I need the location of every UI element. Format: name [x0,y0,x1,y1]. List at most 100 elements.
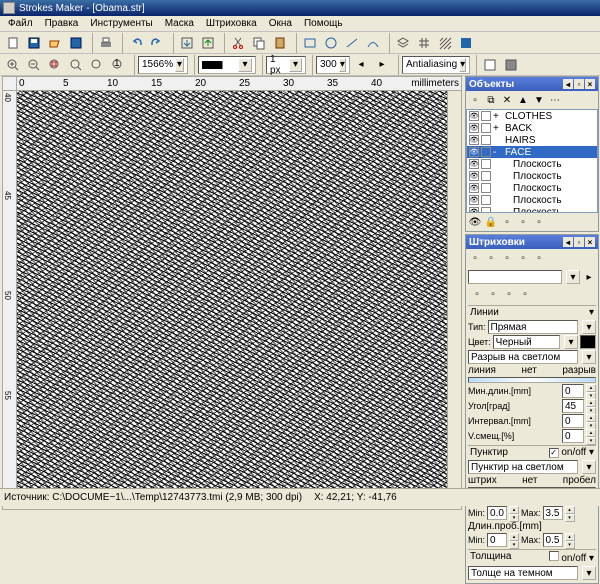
obj-b-icon[interactable]: ▫ [515,214,531,230]
obj-dup-icon[interactable]: ⧉ [483,92,499,108]
lock-icon[interactable] [481,195,491,205]
line-icon[interactable] [342,33,362,53]
obj-down-icon[interactable]: ▼ [531,92,547,108]
circle-icon[interactable] [321,33,341,53]
tree-item[interactable]: 👁HAIRS [467,134,597,146]
tree-item[interactable]: 👁-FACE [467,146,597,158]
chevron-down-icon[interactable]: ▾ [582,320,596,334]
menu-hatch[interactable]: Штриховка [200,18,263,29]
tree-item-child[interactable]: 👁Плоскость [467,194,597,206]
zoom-page-icon[interactable] [87,55,107,75]
canvas[interactable] [17,91,447,495]
redo-icon[interactable] [147,33,167,53]
s4-icon[interactable]: ▫ [517,286,533,302]
panel-close-icon[interactable]: ▫ [574,237,584,247]
lock-icon[interactable] [481,171,491,181]
panel-x-icon[interactable]: × [585,237,595,247]
lock-icon[interactable] [481,147,491,157]
spinner[interactable]: ▴▾ [586,429,596,443]
str-b-icon[interactable]: ▫ [483,250,499,266]
layers-icon[interactable] [393,33,413,53]
zoom-sel-icon[interactable] [45,55,65,75]
zoom-out-icon[interactable] [24,55,44,75]
lock-icon[interactable]: 🔒 [483,214,499,230]
spinner[interactable]: ▴▾ [509,533,519,547]
eye-icon[interactable]: 👁 [469,135,479,145]
interval-field[interactable]: 0 [562,414,584,428]
eye-icon[interactable]: 👁 [469,159,479,169]
tree-item-child[interactable]: 👁Плоскость [467,158,597,170]
prev-icon[interactable]: ◂ [351,55,371,75]
eye-icon[interactable]: 👁 [469,171,479,181]
go-icon[interactable]: ▸ [582,270,596,284]
eye-icon[interactable]: 👁 [467,214,483,230]
print-icon[interactable] [96,33,116,53]
spinner[interactable]: ▴▾ [586,384,596,398]
obj-up-icon[interactable]: ▲ [515,92,531,108]
minlen-field[interactable]: 0 [562,384,584,398]
mode2-icon[interactable] [501,55,521,75]
thick-mode-combo[interactable]: Толще на темном [468,566,578,580]
line-type-combo[interactable]: Прямая [488,320,578,334]
mode1-icon[interactable] [480,55,500,75]
lock-icon[interactable] [481,159,491,169]
chevron-down-icon[interactable]: ▾ [582,460,596,474]
eye-icon[interactable]: 👁 [469,195,479,205]
voff-field[interactable]: 0 [562,429,584,443]
chevron-down-icon[interactable]: ▾ [459,58,466,72]
gap-max-field[interactable]: 0.5 [543,533,563,547]
objects-tree[interactable]: 👁+CLOTHES👁+BACK👁HAIRS👁-FACE👁Плоскость👁Пл… [466,109,598,213]
chevron-down-icon[interactable]: ▾ [566,270,580,284]
eye-icon[interactable]: 👁 [469,111,479,121]
dash-max-field[interactable]: 3.5 [543,506,563,520]
fill-icon[interactable] [456,33,476,53]
new-icon[interactable] [3,33,23,53]
aa-combo[interactable]: Antialiasing▾ [402,56,470,74]
chevron-down-icon[interactable]: ▾ [582,350,596,364]
save2-icon[interactable] [66,33,86,53]
s3-icon[interactable]: ▫ [501,286,517,302]
tree-item[interactable]: 👁+BACK [467,122,597,134]
eye-icon[interactable]: 👁 [469,123,479,133]
dash-min-field[interactable]: 0.0 [487,506,507,520]
chevron-down-icon[interactable]: ▾ [564,335,578,349]
obj-c-icon[interactable]: ▫ [531,214,547,230]
tree-item-child[interactable]: 👁Плоскость [467,170,597,182]
s2-icon[interactable]: ▫ [485,286,501,302]
open-icon[interactable] [45,33,65,53]
str-a-icon[interactable]: ▫ [467,250,483,266]
line-color-combo[interactable]: Черный [493,335,560,349]
menu-tools[interactable]: Инструменты [84,18,158,29]
obj-new-icon[interactable]: ▫ [467,92,483,108]
obj-del-icon[interactable]: ✕ [499,92,515,108]
hatch-icon[interactable] [435,33,455,53]
spinner[interactable]: ▴▾ [586,399,596,413]
lock-icon[interactable] [481,123,491,133]
menu-mask[interactable]: Маска [159,18,200,29]
import-icon[interactable] [177,33,197,53]
menu-help[interactable]: Помощь [298,18,349,29]
rect-icon[interactable] [300,33,320,53]
obj-opt-icon[interactable]: ⋯ [547,92,563,108]
copy-icon[interactable] [249,33,269,53]
chevron-down-icon[interactable]: ▾ [289,58,302,72]
lock-icon[interactable] [481,111,491,121]
width-combo[interactable]: 1 px▾ [266,56,306,74]
panel-x-icon[interactable]: × [585,79,595,89]
zoom-100-icon[interactable]: 1 [108,55,128,75]
stroke-combo[interactable] [468,270,562,284]
zoom-in-icon[interactable] [3,55,23,75]
dash-checkbox[interactable]: ✓ [549,448,559,458]
cut-icon[interactable] [228,33,248,53]
eye-icon[interactable]: 👁 [469,147,479,157]
panel-min-icon[interactable]: ◂ [563,237,573,247]
gap-min-field[interactable]: 0 [487,533,507,547]
obj-a-icon[interactable]: ▫ [499,214,515,230]
chevron-down-icon[interactable]: ▾ [175,58,184,72]
chevron-down-icon[interactable]: ▾ [582,566,596,580]
export-icon[interactable] [198,33,218,53]
zoom-fit-icon[interactable] [66,55,86,75]
panel-close-icon[interactable]: ▫ [574,79,584,89]
style-combo[interactable]: ▾ [198,56,256,74]
panel-min-icon[interactable]: ◂ [563,79,573,89]
